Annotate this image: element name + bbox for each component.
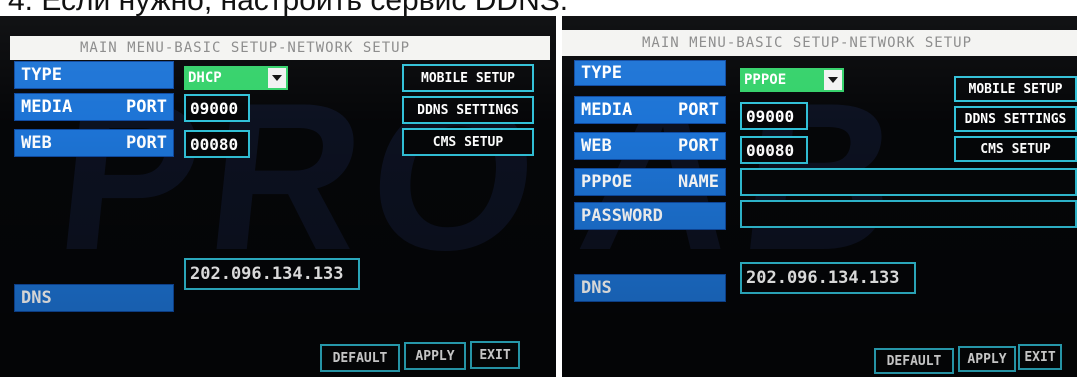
web-port-input[interactable]: 00080	[184, 130, 250, 158]
pppoe-name-label: PPPOE NAME	[574, 168, 726, 196]
dns-label-text: DNS	[581, 278, 612, 298]
media-port-label: MEDIA PORT	[574, 96, 726, 124]
media-port-label-text: PORT	[678, 100, 719, 120]
pppoe-name-label-text: NAME	[678, 172, 719, 192]
cms-setup-button[interactable]: CMS SETUP	[402, 128, 534, 156]
default-button[interactable]: DEFAULT	[320, 344, 400, 372]
type-select[interactable]: PPPOE	[740, 68, 844, 92]
cms-setup-button[interactable]: CMS SETUP	[954, 136, 1077, 162]
menu-title-bar: MAIN MENU-BASIC SETUP-NETWORK SETUP	[562, 30, 1077, 56]
dns-input[interactable]: 202.096.134.133	[184, 258, 360, 290]
media-label-text: MEDIA	[21, 97, 73, 117]
web-label-text: WEB	[581, 136, 612, 156]
type-select-value: PPPOE	[744, 72, 787, 88]
exit-button[interactable]: EXIT	[1018, 344, 1062, 370]
web-port-label: WEB PORT	[574, 132, 726, 160]
mobile-setup-button[interactable]: MOBILE SETUP	[954, 76, 1077, 102]
web-label-text: WEB	[21, 133, 52, 153]
chevron-down-icon[interactable]	[824, 70, 842, 90]
media-port-label-text: PORT	[126, 97, 167, 117]
password-label-text: PASSWORD	[581, 206, 663, 226]
dns-label-text: DNS	[21, 288, 52, 308]
media-port-label: MEDIA PORT	[14, 93, 174, 121]
type-label-text: TYPE	[581, 63, 622, 83]
network-setup-screen-pppoe: AB MAIN MENU-BASIC SETUP-NETWORK SETUP T…	[562, 16, 1077, 377]
apply-button[interactable]: APPLY	[404, 342, 466, 370]
exit-button[interactable]: EXIT	[470, 341, 520, 369]
media-label-text: MEDIA	[581, 100, 633, 120]
network-setup-screen-dhcp: PRO MAIN MENU-BASIC SETUP-NETWORK SETUP …	[0, 16, 556, 377]
web-port-input[interactable]: 00080	[740, 136, 808, 164]
type-select-value: DHCP	[188, 70, 222, 86]
web-port-label-text: PORT	[126, 133, 167, 153]
web-port-label: WEB PORT	[14, 129, 174, 157]
dns-label: DNS	[14, 284, 174, 312]
ddns-settings-button[interactable]: DDNS SETTINGS	[954, 106, 1077, 132]
pppoe-name-input[interactable]	[740, 168, 1077, 196]
apply-button[interactable]: APPLY	[958, 346, 1016, 372]
media-port-input[interactable]: 09000	[184, 94, 250, 122]
type-label-text: TYPE	[21, 65, 62, 85]
ddns-settings-button[interactable]: DDNS SETTINGS	[402, 96, 534, 124]
dns-input[interactable]: 202.096.134.133	[740, 262, 916, 294]
password-input[interactable]	[740, 200, 1077, 228]
dns-label: DNS	[574, 274, 726, 302]
password-label: PASSWORD	[574, 202, 726, 230]
media-port-input[interactable]: 09000	[740, 102, 808, 130]
pppoe-label-text: PPPOE	[581, 172, 633, 192]
menu-title-bar: MAIN MENU-BASIC SETUP-NETWORK SETUP	[10, 36, 550, 60]
default-button[interactable]: DEFAULT	[874, 348, 954, 374]
chevron-down-icon[interactable]	[268, 68, 286, 88]
mobile-setup-button[interactable]: MOBILE SETUP	[402, 64, 534, 92]
web-port-label-text: PORT	[678, 136, 719, 156]
type-label: TYPE	[14, 61, 174, 89]
type-label: TYPE	[574, 60, 726, 86]
type-select[interactable]: DHCP	[184, 66, 288, 90]
